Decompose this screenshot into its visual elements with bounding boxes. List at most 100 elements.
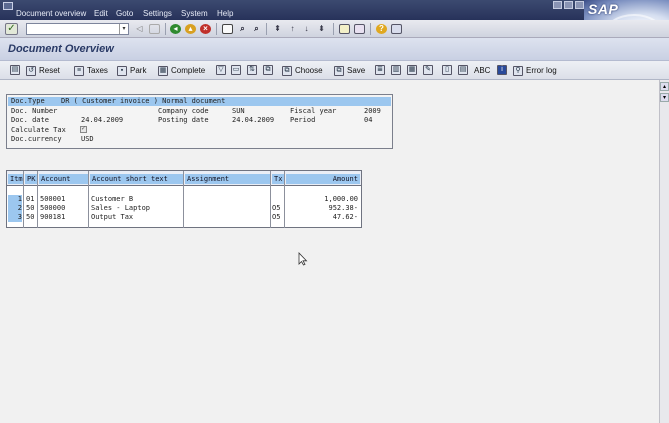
column-icon[interactable]: ▥ [391,65,401,75]
print-preview-icon[interactable]: ▭ [231,65,241,75]
period-value: 04 [364,116,373,124]
first-page-icon[interactable]: ⇞ [272,24,283,34]
doc-type-label: Doc.Type [11,97,45,105]
column-header-itm[interactable]: Itm [8,174,23,184]
layout-icon[interactable]: ▦ [407,65,417,75]
table-row[interactable]: 2 50 500000 Sales - Laptop O5 952.38- [7,204,361,213]
document-header-box: Doc.Type DR ( Customer invoice ) Normal … [6,94,393,149]
menu-goto[interactable]: Goto [116,9,133,18]
cell-itm: 3 [17,213,22,221]
toolbar-separator [266,23,267,35]
cell-account: 500000 [40,204,66,212]
work-area: Doc.Type DR ( Customer invoice ) Normal … [0,80,659,423]
column-header-account[interactable]: Account [39,174,88,184]
period-label: Period [290,116,316,124]
column-header-assignment[interactable]: Assignment [185,174,270,184]
reset-button[interactable]: ↺ Reset [23,63,63,78]
menu-edit[interactable]: Edit [94,9,108,18]
doc-currency-label: Doc.currency [11,135,62,143]
column-header-amount[interactable]: Amount [286,174,360,184]
line-items-table: Itm PK Account Account short text Assign… [6,170,362,228]
menu-document-overview[interactable]: Document overview [16,9,86,18]
company-code-label: Company code [158,107,209,115]
title-bar: Document Overview [0,38,669,61]
calculate-tax-label: Calculate Tax [11,126,66,134]
maximize-icon[interactable] [564,1,573,9]
reset-icon: ↺ [26,65,36,76]
park-label: Park [130,66,147,75]
table-row[interactable]: 1 01 500001 Customer B 1,000.00 [7,195,361,204]
taxes-icon: ≡ [74,65,84,76]
display-document-icon[interactable]: ▤ [10,65,20,75]
complete-button[interactable]: ▦ Complete [155,63,208,78]
fiscal-year-label: Fiscal year [290,107,337,115]
save-icon: ⧉ [334,65,344,76]
doc-date-value: 24.04.2009 [81,116,124,124]
minimize-icon[interactable] [553,1,562,9]
shortcut-icon[interactable] [354,24,365,34]
copy-icon[interactable]: ⧉ [263,65,273,75]
cell-amount: 952.38- [328,204,358,212]
cell-itm: 1 [17,195,22,203]
posting-date-value: 24.04.2009 [232,116,275,124]
command-dropdown-icon[interactable]: ▾ [119,24,128,34]
system-menu-icon[interactable] [3,2,13,10]
column-header-tx[interactable]: Tx [272,174,284,184]
customize-layout-icon[interactable] [391,24,402,34]
calculate-tax-checkbox[interactable]: ✓ [80,126,87,133]
doc-number-label: Doc. Number [11,107,58,115]
help-icon[interactable]: ? [376,24,387,34]
choose-button[interactable]: ⧉ Choose [279,63,326,78]
save-button[interactable]: ⧉ Save [331,63,368,78]
cell-account-short-text: Sales - Laptop [91,204,151,212]
column-header-pk[interactable]: PK [25,174,37,184]
abc-button[interactable]: ABC [471,63,493,78]
scroll-up-icon[interactable]: ▴ [660,82,669,91]
cancel-icon[interactable]: × [200,24,211,34]
doc-currency-value: USD [81,135,94,143]
column-header-account-short-text[interactable]: Account short text [90,174,183,184]
find-next-icon[interactable]: ⌕ [251,24,262,34]
table-row[interactable]: 3 50 900181 Output Tax O5 47.62- [7,213,361,222]
doc-type-value: DR ( Customer invoice ) Normal document [61,97,226,105]
edit-icon[interactable]: ✎ [423,65,433,75]
reset-label: Reset [39,66,60,75]
page-title: Document Overview [8,43,114,55]
print-icon[interactable] [222,24,233,34]
command-field[interactable]: ▾ [26,23,129,35]
sort-icon[interactable]: ⇅ [247,65,257,75]
filter-icon[interactable]: ▽ [216,65,226,75]
last-page-icon[interactable]: ⇟ [316,24,327,34]
menu-help[interactable]: Help [217,9,233,18]
toolbar-separator [370,23,371,35]
back-icon[interactable]: ◂ [170,24,181,34]
error-log-button[interactable]: ⚲ Error log [510,63,560,78]
toolbar-separator [216,23,217,35]
vertical-scrollbar[interactable]: ▴ ▾ [659,80,669,423]
cell-account-short-text: Customer B [91,195,134,203]
scroll-down-icon[interactable]: ▾ [660,93,669,102]
toolbar-separator [165,23,166,35]
park-button[interactable]: ▪ Park [114,63,149,78]
menu-system[interactable]: System [181,9,208,18]
menu-settings[interactable]: Settings [143,9,172,18]
previous-page-icon[interactable]: ↑ [287,24,298,34]
back-arrow-icon[interactable]: ◁ [134,24,145,34]
table-icon[interactable]: ▤ [458,65,468,75]
create-session-icon[interactable] [339,24,350,34]
save-disk-icon[interactable] [149,24,160,34]
next-page-icon[interactable]: ↓ [301,24,312,34]
find-icon[interactable]: ⌕ [237,24,248,34]
enter-checkmark-icon[interactable]: ✓ [5,23,18,35]
doc-date-label: Doc. date [11,116,49,124]
info-icon[interactable]: i [497,65,507,75]
exit-icon[interactable]: ▴ [185,24,196,34]
cell-account-short-text: Output Tax [91,213,134,221]
company-code-value: SUN [232,107,245,115]
list-icon[interactable]: ≣ [375,65,385,75]
taxes-button[interactable]: ≡ Taxes [71,63,111,78]
calculator-icon[interactable]: ▯ [442,65,452,75]
cell-account: 900181 [40,213,66,221]
close-icon[interactable] [575,1,584,9]
cell-account: 500001 [40,195,66,203]
